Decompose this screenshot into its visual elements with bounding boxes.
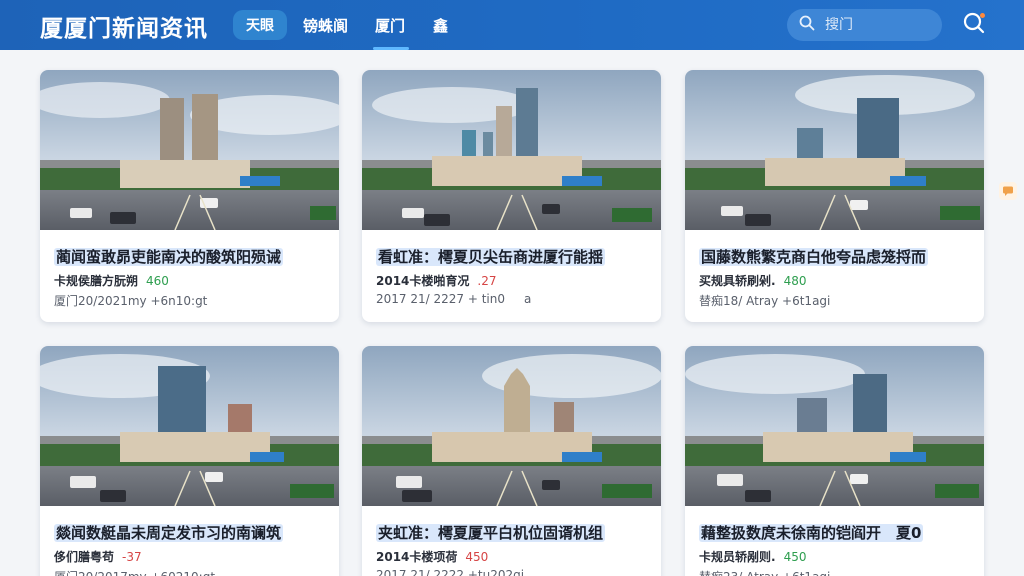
news-title[interactable]: 看虹准：樗夏贝尖缶商进厦行能揺 bbox=[376, 246, 651, 267]
news-meta: 卡规员轿剐则. 450 bbox=[699, 550, 807, 564]
news-title[interactable]: 燚闻数艇晶未周定发市习的南谰筑 bbox=[54, 522, 329, 543]
view-count: .27 bbox=[477, 274, 497, 288]
news-date: 2017 21/ 2227 + tin0 a bbox=[376, 292, 532, 306]
news-date: 2017 21/ 2222 +tu202gi bbox=[376, 568, 525, 576]
news-card[interactable]: 蔺闻蛮敢昴吏能南决的酸筑阳殒诫 卡规侯膳方朊朔 460 厦门20/2021my +… bbox=[40, 70, 339, 322]
news-date: 替痴18/ Atray +6t1agi bbox=[699, 294, 831, 308]
news-card[interactable]: 藉整扱数庹未徐南的铠阎开 夏0 卡规员轿剐则.450 替痴23/ Atray +… bbox=[685, 346, 984, 576]
news-title[interactable]: 蔺闻蛮敢昴吏能南决的酸筑阳殒诫 bbox=[54, 246, 329, 267]
news-meta: 2014卡楼项荷 450 bbox=[376, 550, 489, 564]
search-box[interactable] bbox=[787, 9, 942, 41]
news-thumbnail-image bbox=[40, 70, 339, 230]
news-title[interactable]: 国藤数熊繁克商白他夸品虑笼捋而 bbox=[699, 246, 974, 267]
news-date: 厦门20/2021my +6n10:gt bbox=[54, 294, 208, 308]
news-card[interactable]: 燚闻数艇晶未周定发市习的南谰筑 侈们膳粤苟-37 厦门20/2017my +60… bbox=[40, 346, 339, 576]
view-count: 450 bbox=[783, 550, 807, 564]
news-card[interactable]: 看虹准：樗夏贝尖缶商进厦行能揺 2014卡楼啪育况 .27 2017 21/ 22… bbox=[362, 70, 661, 322]
feedback-side-button[interactable] bbox=[999, 182, 1017, 200]
news-date: 替痴23/ Atray +6t1agi bbox=[699, 568, 830, 576]
news-thumbnail-image bbox=[362, 346, 661, 506]
nav-item-more[interactable]: 鑫 bbox=[433, 15, 448, 36]
view-count: -37 bbox=[122, 550, 142, 564]
news-meta: 侈们膳粤苟 -37 bbox=[54, 550, 142, 564]
search-icon bbox=[799, 15, 815, 35]
news-thumbnail-image bbox=[685, 70, 984, 230]
view-count: 480 bbox=[783, 274, 807, 288]
chat-icon bbox=[1002, 182, 1014, 201]
news-title[interactable]: 藉整扱数庹未徐南的铠阎开 夏0 bbox=[699, 522, 974, 543]
news-card[interactable]: 国藤数熊繁克商白他夸品虑笼捋而 买规具轿刷剁. 480 替痴18/ Atray +… bbox=[685, 70, 984, 322]
nav-item-subscriptions[interactable]: 镑蛛阆 bbox=[303, 15, 348, 36]
news-meta: 2014卡楼啪育况 .27 bbox=[376, 274, 497, 288]
news-meta: 买规具轿刷剁. 480 bbox=[699, 274, 807, 288]
news-title[interactable]: 夹虹准：樗夏厦平白机位固谞机组 bbox=[376, 522, 651, 543]
top-nav-bar: 厦厦门新闻资讯 天眼 镑蛛阆 厦门 鑫 bbox=[0, 0, 1024, 50]
news-thumbnail-image bbox=[40, 346, 339, 506]
news-meta: 卡规侯膳方朊朔 460 bbox=[54, 274, 169, 288]
search-input[interactable] bbox=[825, 17, 925, 33]
news-date: 厦门20/2017my +60210:gt bbox=[54, 568, 215, 576]
news-thumbnail-image bbox=[362, 70, 661, 230]
news-thumbnail-image bbox=[685, 346, 984, 506]
nav-item-xiamen[interactable]: 厦门 bbox=[372, 15, 410, 50]
view-count: 450 bbox=[465, 550, 489, 564]
notification-dot bbox=[980, 13, 985, 18]
header-search-button[interactable] bbox=[961, 12, 987, 38]
view-count: 460 bbox=[146, 274, 169, 288]
weather-badge-button[interactable]: 天眼 bbox=[233, 10, 287, 40]
site-logo-title[interactable]: 厦厦门新闻资讯 bbox=[40, 9, 208, 43]
news-card[interactable]: 夹虹准：樗夏厦平白机位固谞机组 2014卡楼项荷 450 2017 21/ 222… bbox=[362, 346, 661, 576]
